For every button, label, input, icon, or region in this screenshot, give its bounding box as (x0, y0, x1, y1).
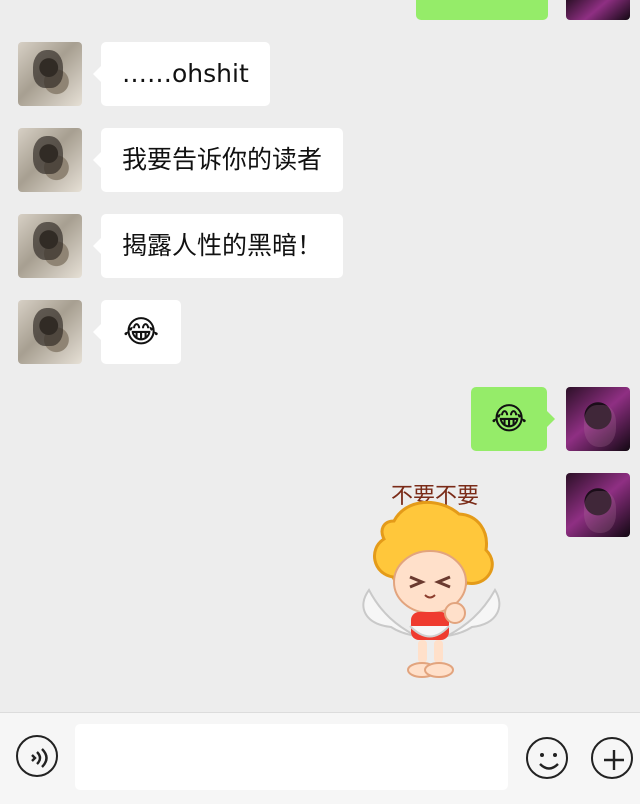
message-bubble[interactable]: 我要告诉你的读者 (92, 128, 344, 192)
user-avatar[interactable] (566, 387, 630, 451)
user-avatar[interactable] (566, 473, 630, 537)
message-input[interactable] (75, 724, 508, 790)
chat-input-bar (0, 712, 640, 804)
cartoon-sticker[interactable]: 不要不要 (355, 476, 505, 686)
message-bubble[interactable]: ……ohshit (93, 42, 270, 106)
emoji-message-bubble[interactable]: 😂 (471, 387, 556, 451)
voice-icon[interactable] (16, 735, 58, 777)
message-bubble-partial (416, 0, 548, 20)
chat-message-list: ……ohshit 我要告诉你的读者 揭露人性的黑暗！ 😂 😂 不要不要 (0, 0, 640, 712)
contact-avatar[interactable] (18, 128, 82, 192)
message-bubble[interactable]: 揭露人性的黑暗！ (92, 214, 344, 278)
contact-avatar[interactable] (18, 300, 82, 364)
contact-avatar[interactable] (18, 214, 82, 278)
contact-avatar[interactable] (18, 42, 82, 106)
plus-icon[interactable] (591, 737, 633, 779)
emoji-icon[interactable] (526, 737, 568, 779)
user-avatar[interactable] (566, 0, 630, 20)
emoji-message-bubble[interactable]: 😂 (92, 300, 182, 364)
